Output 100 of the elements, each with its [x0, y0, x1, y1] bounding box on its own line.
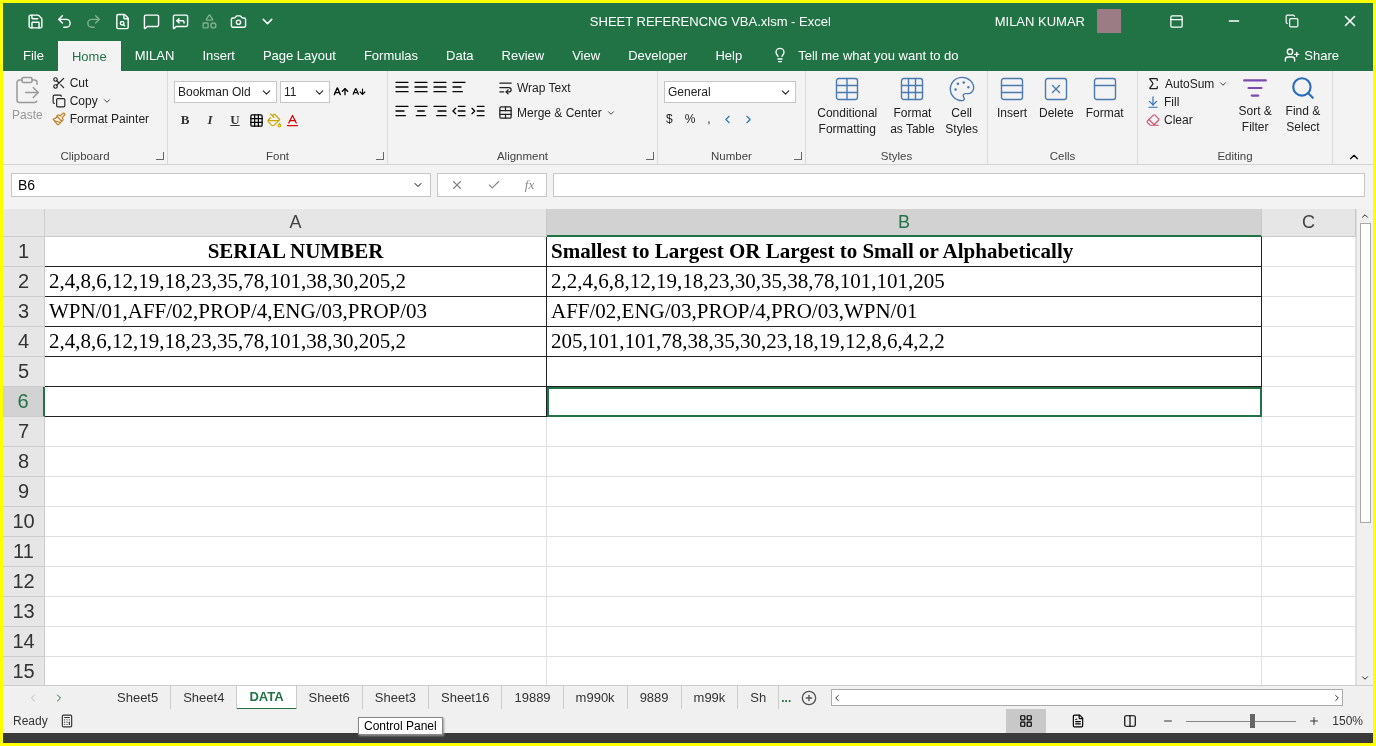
new-sheet-icon[interactable] [801, 689, 818, 706]
page-layout-icon[interactable] [1071, 714, 1086, 728]
formula-input[interactable] [553, 173, 1365, 197]
restore-icon[interactable] [1285, 14, 1299, 28]
sort-filter-button[interactable]: Sort & Filter [1234, 75, 1276, 150]
style-button[interactable]: Conditional Formatting [812, 75, 883, 150]
zoom-in-icon[interactable] [1308, 715, 1321, 727]
row-header[interactable]: 5 [3, 357, 45, 387]
ribbon-tab[interactable]: Review [487, 39, 559, 71]
row-header[interactable]: 8 [3, 447, 45, 477]
decrease-indent-icon[interactable] [451, 103, 467, 119]
fill-button[interactable]: Fill [1144, 94, 1231, 110]
merge-icon[interactable] [498, 105, 513, 120]
style-button[interactable]: Cell Styles [942, 75, 981, 150]
comment-icon[interactable] [143, 12, 160, 30]
more-sheets-button[interactable]: ... [779, 689, 794, 706]
page-break-icon[interactable] [1123, 714, 1138, 728]
ribbon-tab[interactable]: Insert [188, 39, 249, 71]
font-name-dropdown[interactable]: Bookman Old [174, 81, 277, 103]
launcher-icon[interactable] [156, 152, 164, 160]
ribbon-tab[interactable]: Formulas [349, 39, 433, 71]
align-left-icon[interactable] [394, 103, 410, 119]
launcher-icon[interactable] [646, 152, 654, 160]
row-header[interactable]: 7 [3, 417, 45, 447]
camera-icon[interactable] [230, 12, 247, 30]
tell-me-search[interactable]: Tell me what you want to do [766, 39, 965, 71]
undo-icon[interactable] [56, 12, 73, 30]
style-button[interactable]: Format as Table [886, 75, 939, 150]
row-header[interactable]: 12 [3, 567, 45, 597]
ribbon-tab[interactable]: File [9, 39, 58, 71]
macro-record-icon[interactable] [59, 714, 74, 728]
name-box[interactable]: B6 [11, 173, 431, 197]
ribbon-tab[interactable]: MILAN [120, 39, 189, 71]
copy-button[interactable]: Copy [49, 93, 152, 109]
row-header[interactable]: 14 [3, 627, 45, 657]
row-header[interactable]: 2 [3, 267, 45, 297]
cells-button[interactable]: Delete [1036, 75, 1077, 150]
comma-button[interactable]: , [705, 111, 713, 127]
clear-button[interactable]: Clear [1144, 112, 1231, 128]
ribbon-tab[interactable]: Page Layout [248, 39, 350, 71]
autosum-button[interactable]: AutoSum [1144, 75, 1231, 92]
format-painter-button[interactable]: Format Painter [49, 111, 152, 127]
ribbon-display-icon[interactable] [1168, 13, 1184, 29]
row-header[interactable]: 1 [3, 237, 45, 267]
bold-button[interactable]: B [174, 109, 196, 131]
fill-down-icon[interactable] [1146, 95, 1160, 109]
align-right-icon[interactable] [432, 103, 448, 119]
ribbon-tab[interactable]: Developer [614, 39, 702, 71]
cut-button[interactable]: Cut [49, 75, 152, 91]
scissors-icon[interactable] [51, 76, 66, 90]
share-icon[interactable] [1284, 47, 1301, 63]
enter-icon[interactable] [487, 178, 502, 192]
horizontal-scrollbar[interactable] [831, 689, 1343, 706]
row-header[interactable]: 4 [3, 327, 45, 357]
fill-color-icon[interactable] [267, 112, 282, 128]
cells-button[interactable]: Format [1082, 75, 1127, 150]
row-header[interactable]: 13 [3, 597, 45, 627]
insert-rows-icon[interactable] [998, 75, 1026, 103]
merge-center-button[interactable]: Merge & Center [496, 104, 618, 121]
row-header[interactable]: 6 [3, 387, 45, 417]
font-color-icon[interactable] [285, 112, 300, 128]
row-header[interactable]: 11 [3, 537, 45, 567]
scrollbar-thumb[interactable] [1359, 223, 1371, 523]
percent-button[interactable]: % [682, 111, 698, 127]
borders-icon[interactable] [249, 112, 264, 128]
scroll-right-icon[interactable] [1332, 692, 1342, 703]
row-header[interactable]: 9 [3, 477, 45, 507]
font-size-dropdown[interactable]: 11 [280, 81, 330, 103]
column-header[interactable]: C [1262, 209, 1356, 237]
scroll-down-icon[interactable] [1360, 673, 1370, 683]
find-select-button[interactable]: Find & Select [1279, 75, 1326, 150]
scroll-up-icon[interactable] [1360, 211, 1370, 221]
palette-icon[interactable] [947, 75, 976, 103]
caret-icon[interactable] [101, 96, 112, 106]
ribbon-tab[interactable]: Help [701, 39, 757, 71]
increase-indent-icon[interactable] [470, 103, 486, 119]
cells-button[interactable]: Insert [994, 75, 1030, 150]
slider-thumb[interactable] [1250, 714, 1256, 728]
italic-button[interactable]: I [199, 109, 221, 131]
currency-button[interactable]: $ [664, 111, 675, 127]
row-header[interactable]: 10 [3, 507, 45, 537]
ribbon-tab[interactable]: View [558, 39, 615, 71]
save-icon[interactable] [27, 12, 44, 30]
insert-function-button[interactable]: fx [524, 177, 535, 193]
row-header[interactable]: 3 [3, 297, 45, 327]
number-format-dropdown[interactable]: General [664, 81, 796, 103]
row-header[interactable]: 15 [3, 657, 45, 685]
column-header[interactable]: A [45, 209, 547, 237]
comment-reply-icon[interactable] [172, 12, 189, 30]
launcher-icon[interactable] [794, 152, 802, 160]
ribbon-tab[interactable]: Home [57, 41, 121, 71]
ribbon-tab[interactable]: Data [432, 39, 488, 71]
vertical-scrollbar[interactable] [1356, 209, 1373, 685]
share-button[interactable]: Share [1278, 39, 1345, 71]
align-center-icon[interactable] [413, 103, 429, 119]
normal-view-button[interactable] [1006, 709, 1047, 733]
eraser-icon[interactable] [1146, 113, 1160, 127]
normal-view-icon[interactable] [1019, 714, 1034, 728]
launcher-icon[interactable] [376, 152, 384, 160]
sheet-tab[interactable]: DATA [237, 685, 297, 710]
